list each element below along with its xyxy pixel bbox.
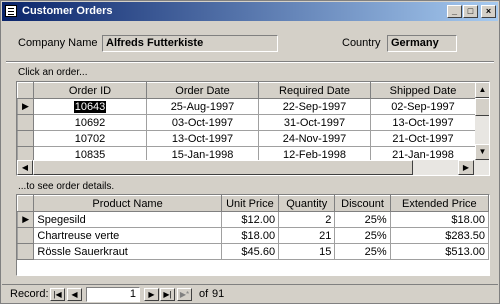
customer-orders-window: Customer Orders _ □ × Company Name Alfre… (0, 0, 500, 304)
product-name-cell[interactable]: Spegesild (33, 211, 222, 228)
next-record-icon[interactable]: ▶ (144, 288, 159, 301)
quantity-cell[interactable]: 15 (278, 243, 336, 260)
unit-price-cell[interactable]: $18.00 (220, 227, 280, 244)
shipped-date-cell[interactable]: 02-Sep-1997 (370, 98, 476, 115)
order-date-cell[interactable]: 13-Oct-1997 (146, 130, 259, 147)
record-number-input[interactable]: 1 (86, 287, 140, 302)
scroll-down-icon[interactable]: ▼ (475, 144, 489, 160)
current-record-icon[interactable]: ▶ (17, 211, 35, 228)
column-header-order-id[interactable]: Order ID (33, 82, 147, 99)
last-record-icon[interactable]: ▶| (160, 288, 175, 301)
order-row[interactable]: 10702 13-Oct-1997 24-Nov-1997 21-Oct-199… (17, 130, 476, 147)
column-header-product-name[interactable]: Product Name (33, 195, 222, 212)
orders-datasheet[interactable]: Order ID Order Date Required Date Shippe… (16, 81, 490, 176)
close-button[interactable]: × (481, 5, 496, 18)
company-name-field[interactable]: Alfreds Futterkiste (102, 35, 278, 52)
order-row[interactable]: 10692 03-Oct-1997 31-Oct-1997 13-Oct-199… (17, 114, 476, 131)
detail-row[interactable]: Rössle Sauerkraut $45.60 15 25% $513.00 (17, 243, 489, 260)
unit-price-cell[interactable]: $12.00 (220, 211, 280, 228)
scroll-thumb[interactable] (33, 160, 413, 175)
column-header-extended-price[interactable]: Extended Price (389, 195, 489, 212)
order-id-cell[interactable]: 10643 (73, 100, 107, 113)
order-details-datasheet[interactable]: Product Name Unit Price Quantity Discoun… (16, 194, 490, 276)
details-selector-header[interactable] (17, 195, 35, 212)
order-id-cell[interactable]: 10692 (33, 114, 147, 131)
previous-record-icon[interactable]: ◀ (67, 288, 82, 301)
window-title: Customer Orders (22, 5, 113, 17)
orders-caption: Click an order... (18, 67, 88, 78)
shipped-date-cell[interactable]: 13-Oct-1997 (370, 114, 476, 131)
minimize-button[interactable]: _ (447, 5, 462, 18)
details-caption: ...to see order details. (18, 181, 115, 192)
scroll-right-icon[interactable]: ▶ (458, 160, 474, 175)
quantity-cell[interactable]: 2 (278, 211, 336, 228)
row-selector[interactable] (17, 227, 35, 244)
order-date-cell[interactable]: 03-Oct-1997 (146, 114, 259, 131)
orders-vertical-scrollbar[interactable]: ▲ ▼ (475, 82, 489, 160)
country-field[interactable]: Germany (387, 35, 457, 52)
scroll-up-icon[interactable]: ▲ (475, 82, 489, 98)
extended-price-cell[interactable]: $283.50 (389, 227, 489, 244)
orders-horizontal-scrollbar[interactable]: ◀ ▶ (17, 160, 489, 175)
shipped-date-cell[interactable]: 21-Oct-1997 (370, 130, 476, 147)
discount-cell[interactable]: 25% (334, 227, 391, 244)
column-header-order-date[interactable]: Order Date (146, 82, 259, 99)
detail-row[interactable]: Chartreuse verte $18.00 21 25% $283.50 (17, 227, 489, 244)
order-date-cell[interactable]: 25-Aug-1997 (146, 98, 259, 115)
scroll-left-icon[interactable]: ◀ (17, 160, 33, 175)
country-label: Country (342, 37, 381, 49)
divider (6, 61, 494, 63)
current-record-icon[interactable]: ▶ (17, 98, 34, 115)
order-row[interactable]: ▶ 10643 25-Aug-1997 22-Sep-1997 02-Sep-1… (17, 98, 476, 115)
discount-cell[interactable]: 25% (334, 243, 391, 260)
title-bar[interactable]: Customer Orders _ □ × (2, 2, 498, 21)
product-name-cell[interactable]: Rössle Sauerkraut (33, 243, 222, 260)
order-id-cell[interactable]: 10702 (33, 130, 147, 147)
column-header-shipped-date[interactable]: Shipped Date (370, 82, 476, 99)
first-record-icon[interactable]: |◀ (50, 288, 65, 301)
column-header-unit-price[interactable]: Unit Price (220, 195, 280, 212)
orders-selector-header[interactable] (17, 82, 34, 99)
row-selector[interactable] (17, 114, 34, 131)
product-name-cell[interactable]: Chartreuse verte (33, 227, 222, 244)
row-selector[interactable] (17, 243, 35, 260)
detail-row[interactable]: ▶ Spegesild $12.00 2 25% $18.00 (17, 211, 489, 228)
quantity-cell[interactable]: 21 (278, 227, 336, 244)
new-record-icon[interactable]: ▶* (177, 288, 192, 301)
company-name-label: Company Name (18, 37, 98, 49)
of-label: of (199, 288, 209, 300)
form-icon (5, 5, 17, 17)
total-records: 91 (212, 288, 225, 300)
required-date-cell[interactable]: 22-Sep-1997 (258, 98, 371, 115)
column-header-quantity[interactable]: Quantity (278, 195, 336, 212)
record-navigation-bar: Record: |◀ ◀ 1 ▶ ▶| ▶* of 91 (2, 284, 498, 303)
scroll-thumb[interactable] (475, 98, 489, 116)
required-date-cell[interactable]: 31-Oct-1997 (258, 114, 371, 131)
discount-cell[interactable]: 25% (334, 211, 391, 228)
maximize-button[interactable]: □ (463, 5, 478, 18)
column-header-discount[interactable]: Discount (334, 195, 391, 212)
extended-price-cell[interactable]: $513.00 (389, 243, 489, 260)
unit-price-cell[interactable]: $45.60 (220, 243, 280, 260)
record-label: Record: (10, 288, 49, 300)
extended-price-cell[interactable]: $18.00 (389, 211, 489, 228)
row-selector[interactable] (17, 130, 34, 147)
required-date-cell[interactable]: 24-Nov-1997 (258, 130, 371, 147)
column-header-required-date[interactable]: Required Date (258, 82, 371, 99)
